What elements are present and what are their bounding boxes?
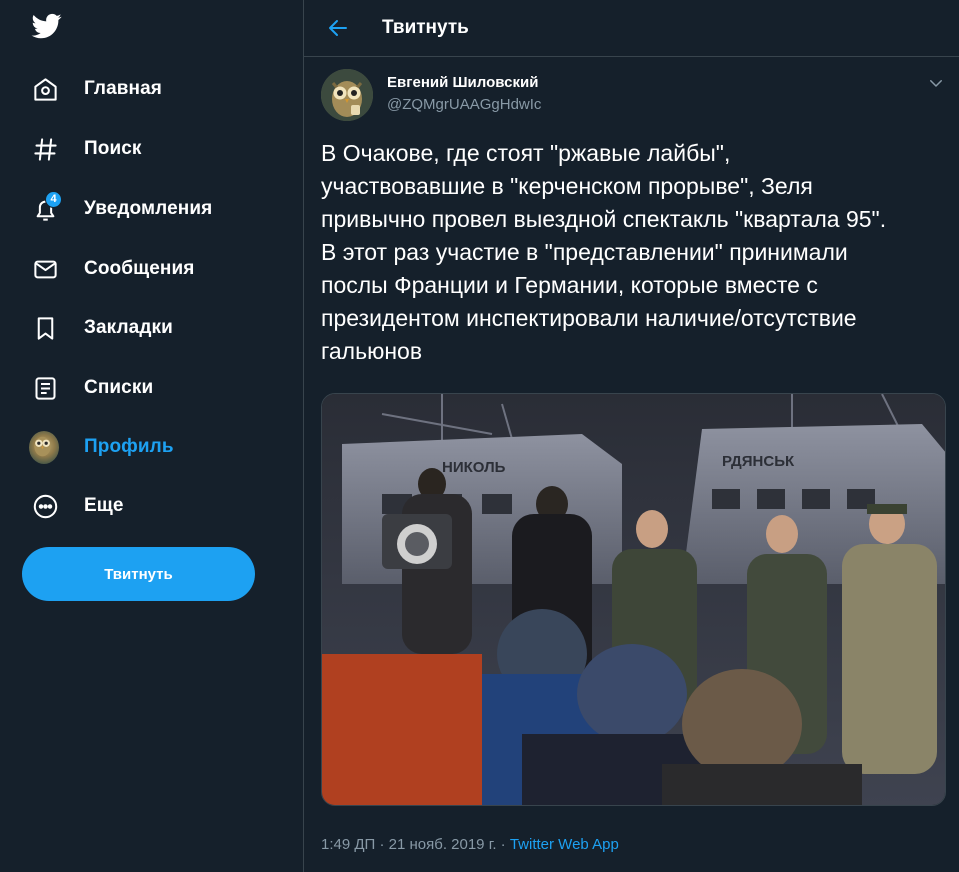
list-icon [32, 375, 59, 402]
notification-badge: 4 [45, 190, 62, 208]
nav-label-profile: Профиль [84, 436, 174, 457]
nav-item-home[interactable]: Главная [22, 64, 174, 114]
nav-item-bookmarks[interactable]: Закладки [22, 303, 185, 353]
nav-item-lists[interactable]: Списки [22, 363, 165, 413]
tweet-timestamp[interactable]: 1:49 ДП · 21 нояб. 2019 г. · [321, 836, 510, 853]
nav-label-home: Главная [84, 78, 162, 99]
mail-icon [32, 256, 59, 283]
nav-label-more: Еще [84, 495, 124, 516]
nav-label-bookmarks: Закладки [84, 317, 173, 338]
nav-item-more[interactable]: Еще [22, 481, 136, 531]
author-avatar[interactable] [321, 69, 373, 121]
owl-avatar-small [29, 430, 59, 464]
more-icon [32, 493, 59, 520]
page-title: Твитнуть [382, 17, 469, 38]
author-handle[interactable]: @ZQMgrUAAGgHdwIc [387, 96, 541, 113]
home-icon [32, 76, 59, 103]
tweet-text: В Очакове, где стоят "ржавые лайбы", уча… [321, 140, 887, 364]
source-app-link[interactable]: Twitter Web App [510, 836, 619, 853]
nav-label-notifications: Уведомления [84, 198, 213, 219]
nav-item-profile[interactable]: Профиль [22, 422, 186, 472]
nav-item-messages[interactable]: Сообщения [22, 244, 206, 294]
compose-tweet-button[interactable]: Твитнуть [22, 547, 255, 601]
media-boat-label-1: НИКОЛЬ [442, 459, 506, 476]
hash-icon [32, 136, 59, 163]
tweet-meta: 1:49 ДП · 21 нояб. 2019 г. · Twitter Web… [321, 836, 619, 853]
app-window: Главная Поиск 4 Уведомления Сообщения За… [0, 0, 959, 872]
sidebar: Главная Поиск 4 Уведомления Сообщения За… [0, 0, 303, 872]
chevron-down-icon[interactable] [927, 74, 945, 92]
nav-label-explore: Поиск [84, 138, 142, 159]
page-header: Твитнуть [304, 0, 959, 57]
bookmark-icon [32, 315, 59, 342]
twitter-logo-icon[interactable] [30, 11, 64, 41]
main-column: Твитнуть Евгений Шиловский @ZQMgrUAAGgHd… [303, 0, 959, 872]
nav-item-notifications[interactable]: 4 Уведомления [22, 184, 224, 234]
nav-label-messages: Сообщения [84, 258, 195, 279]
tweet-photo[interactable]: НИКОЛЬ РДЯНСЬК [321, 393, 946, 806]
author-name[interactable]: Евгений Шиловский [387, 74, 538, 91]
media-boat-label-2: РДЯНСЬК [722, 453, 795, 470]
nav-label-lists: Списки [84, 377, 154, 398]
back-arrow-icon[interactable] [326, 16, 350, 40]
profile-avatar [29, 430, 59, 464]
nav-item-explore[interactable]: Поиск [22, 124, 154, 174]
bell-icon: 4 [32, 190, 62, 223]
